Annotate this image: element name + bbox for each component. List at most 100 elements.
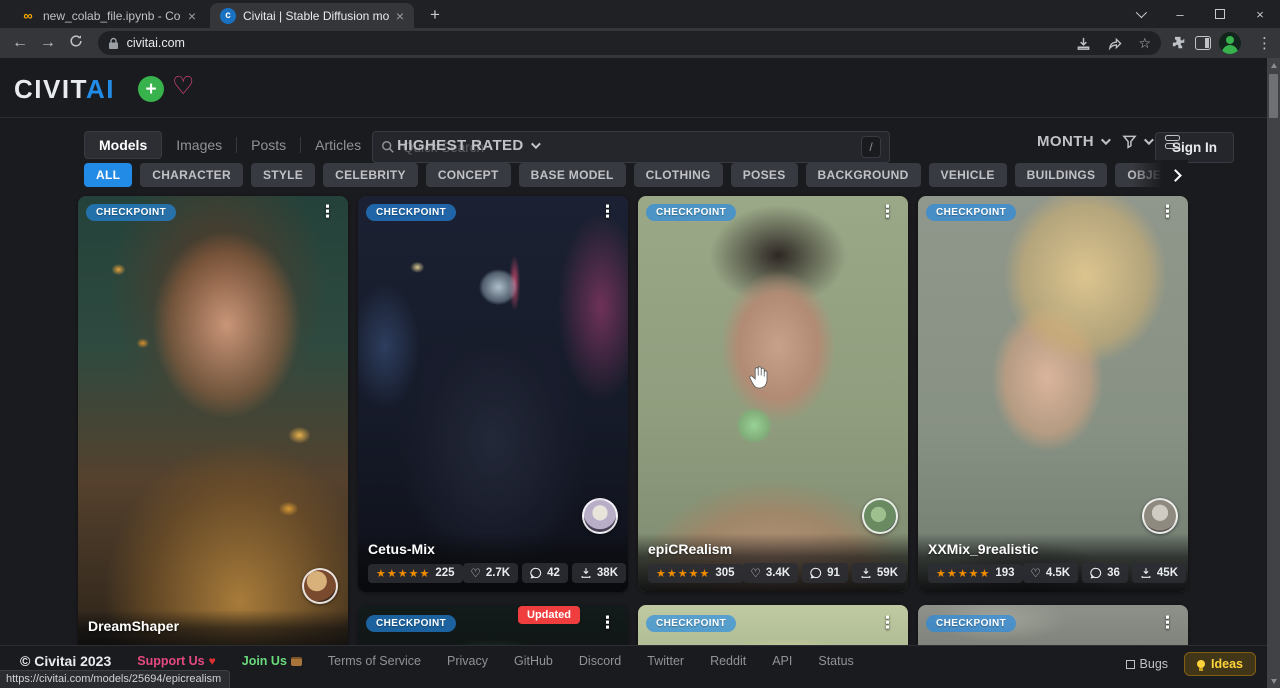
share-icon[interactable] xyxy=(1107,36,1122,51)
window-minimize-button[interactable]: – xyxy=(1160,0,1200,28)
reload-icon[interactable] xyxy=(62,34,90,53)
card-menu-icon[interactable]: ⋮ xyxy=(875,615,900,630)
scrollbar-thumb[interactable] xyxy=(1269,74,1278,118)
ideas-button[interactable]: Ideas xyxy=(1184,652,1256,676)
side-panel-icon[interactable] xyxy=(1195,36,1211,50)
card-menu-icon[interactable]: ⋮ xyxy=(875,204,900,219)
tab-title: new_colab_file.ipynb - Colaborat xyxy=(43,9,181,23)
back-icon[interactable]: ← xyxy=(6,34,34,52)
support-us-label: Support Us xyxy=(137,654,204,668)
likes-pill: ♡3.4K xyxy=(743,563,799,583)
chip-vehicle[interactable]: VEHICLE xyxy=(929,163,1007,187)
privacy-link[interactable]: Privacy xyxy=(447,654,488,668)
rating-count: 305 xyxy=(715,567,734,579)
join-us-link[interactable]: Join Us xyxy=(242,654,302,668)
api-link[interactable]: API xyxy=(772,654,792,668)
comment-icon xyxy=(810,567,822,579)
rating-pill: ★★★★★193 xyxy=(928,564,1023,583)
model-title: XXMix_9realistic xyxy=(928,541,1178,557)
chip-base-model[interactable]: BASE MODEL xyxy=(519,163,626,187)
card-menu-icon[interactable]: ⋮ xyxy=(595,615,620,630)
sort-label: HIGHEST RATED xyxy=(397,137,524,154)
new-tab-button[interactable]: + xyxy=(424,5,446,28)
card-menu-icon[interactable]: ⋮ xyxy=(1155,615,1180,630)
period-dropdown[interactable]: MONTH xyxy=(1037,133,1108,150)
scroll-up-icon[interactable] xyxy=(1267,58,1280,72)
chip-concept[interactable]: CONCEPT xyxy=(426,163,511,187)
twitter-link[interactable]: Twitter xyxy=(647,654,684,668)
downloads-pill: 59K xyxy=(852,563,906,583)
likes-count: 2.7K xyxy=(486,567,510,579)
chip-all[interactable]: ALL xyxy=(84,163,132,187)
star-rating-icons: ★★★★★ xyxy=(656,567,710,580)
forward-icon[interactable]: → xyxy=(34,34,62,52)
tab-title: Civitai | Stable Diffusion models, xyxy=(243,9,389,23)
heart-icon: ♡ xyxy=(751,566,761,580)
civitai-logo[interactable]: CIVITAI xyxy=(14,74,115,105)
download-icon[interactable] xyxy=(1076,36,1091,51)
heart-icon: ♥ xyxy=(209,654,216,668)
sort-dropdown[interactable]: HIGHEST RATED xyxy=(397,137,538,154)
tab-posts[interactable]: Posts xyxy=(237,132,300,158)
chip-buildings[interactable]: BUILDINGS xyxy=(1015,163,1108,187)
chip-celebrity[interactable]: CELEBRITY xyxy=(323,163,418,187)
card-menu-icon[interactable]: ⋮ xyxy=(595,204,620,219)
rating-pill: ★★★★★225 xyxy=(368,564,463,583)
favorites-heart-icon[interactable]: ♡ xyxy=(172,71,194,101)
card-menu-icon[interactable]: ⋮ xyxy=(315,204,340,219)
tab-search-icon[interactable] xyxy=(1120,0,1160,28)
browser-menu-icon[interactable]: ⋮ xyxy=(1249,34,1280,52)
feed-nav: Models Images Posts Articles HIGHEST RAT… xyxy=(84,131,538,159)
tab-close-icon[interactable]: × xyxy=(396,9,404,23)
filter-dropdown[interactable] xyxy=(1122,134,1151,149)
download-icon xyxy=(580,567,592,579)
bookmark-star-icon[interactable]: ☆ xyxy=(1138,35,1151,52)
extensions-puzzle-icon[interactable] xyxy=(1171,35,1187,51)
address-bar[interactable]: civitai.com ☆ xyxy=(98,31,1161,55)
chip-poses[interactable]: POSES xyxy=(731,163,798,187)
model-card-epicrealism[interactable]: CHECKPOINT ⋮ epiCRealism ★★★★★305 ♡3.4K … xyxy=(638,196,908,592)
scroll-down-icon[interactable] xyxy=(1267,674,1280,688)
chip-background[interactable]: BACKGROUND xyxy=(806,163,921,187)
browser-profile-avatar[interactable] xyxy=(1219,32,1241,54)
chip-style[interactable]: STYLE xyxy=(251,163,315,187)
creator-avatar[interactable] xyxy=(582,498,618,534)
comments-count: 36 xyxy=(1107,567,1120,579)
browser-tab-civitai[interactable]: c Civitai | Stable Diffusion models, × xyxy=(210,3,414,28)
bugs-link[interactable]: Bugs xyxy=(1126,657,1169,671)
tab-articles[interactable]: Articles xyxy=(301,132,375,158)
card-menu-icon[interactable]: ⋮ xyxy=(1155,204,1180,219)
window-close-button[interactable]: × xyxy=(1240,0,1280,28)
tab-close-icon[interactable]: × xyxy=(188,9,196,23)
support-us-link[interactable]: Support Us ♥ xyxy=(137,654,215,668)
model-card-xxmix[interactable]: CHECKPOINT ⋮ XXMix_9realistic ★★★★★193 ♡… xyxy=(918,196,1188,592)
briefcase-icon xyxy=(291,657,302,666)
browser-tab-colab[interactable]: ∞ new_colab_file.ipynb - Colaborat × xyxy=(10,3,206,28)
terms-link[interactable]: Terms of Service xyxy=(328,654,421,668)
creator-avatar[interactable] xyxy=(1142,498,1178,534)
logo-ai-text: AI xyxy=(86,74,115,104)
creator-avatar[interactable] xyxy=(862,498,898,534)
window-maximize-button[interactable] xyxy=(1200,0,1240,28)
reddit-link[interactable]: Reddit xyxy=(710,654,746,668)
tab-images[interactable]: Images xyxy=(162,132,236,158)
creator-avatar[interactable] xyxy=(302,568,338,604)
checkpoint-badge: CHECKPOINT xyxy=(926,204,1016,221)
model-stats: ★★★★★305 ♡3.4K 91 59K xyxy=(648,563,898,583)
tab-models[interactable]: Models xyxy=(84,131,162,159)
model-card-cetus-mix[interactable]: CHECKPOINT ⋮ Cetus-Mix ★★★★★225 ♡2.7K 42… xyxy=(358,196,628,592)
status-link[interactable]: Status xyxy=(818,654,853,668)
github-link[interactable]: GitHub xyxy=(514,654,553,668)
comments-pill: 42 xyxy=(522,563,568,583)
model-card-dreamshaper[interactable]: CHECKPOINT ⋮ DreamShaper xyxy=(78,196,348,656)
chip-clothing[interactable]: CLOTHING xyxy=(634,163,723,187)
colab-favicon-icon: ∞ xyxy=(20,8,36,24)
page-scrollbar[interactable] xyxy=(1267,58,1280,688)
bugs-label: Bugs xyxy=(1140,657,1169,671)
chip-character[interactable]: CHARACTER xyxy=(140,163,243,187)
chips-scroll-right[interactable] xyxy=(1132,160,1188,190)
window-controls: – × xyxy=(1120,0,1280,28)
discord-link[interactable]: Discord xyxy=(579,654,621,668)
upload-plus-button[interactable]: + xyxy=(138,76,164,102)
layout-toggle-icon[interactable] xyxy=(1165,135,1180,149)
